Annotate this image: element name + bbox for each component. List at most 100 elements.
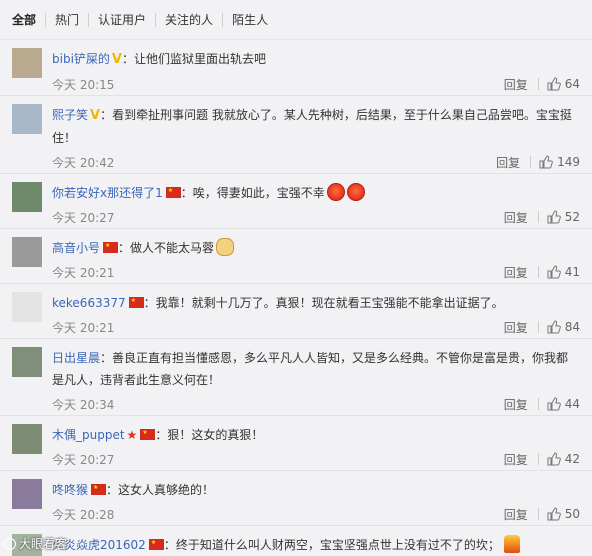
action-divider [537,321,539,333]
china-flag-icon [128,297,144,308]
comment-text: 做人不能太马蓉 [130,241,215,255]
action-divider [537,508,539,520]
like-button[interactable]: 84 [547,320,580,334]
comment-actions: 回复 84 [504,319,580,336]
tab-hot[interactable]: 热门 [45,12,88,27]
comment-time: 今天 20:27 [52,210,115,225]
comment-colon: ： [100,351,113,365]
angry-emoji-icon [326,183,345,201]
comment-text-line: 高音小号 ：做人不能太马蓉 [52,237,580,259]
comment-colon: ： [118,241,131,255]
comment-time: 今天 20:28 [52,507,115,522]
like-count: 44 [564,397,580,411]
comment-item: 咚咚猴 ：这女人真够绝的！ 今天 20:28 回复 50 [0,471,592,526]
comment-colon: ： [163,538,176,552]
china-flag-icon [165,187,181,198]
comment-item: 木偶_puppet★ ：狠！这女的真狠！ 今天 20:27 回复 42 [0,416,592,471]
avatar[interactable] [12,104,42,134]
comment-time: 今天 20:21 [52,265,115,280]
comment-filter-tabs: 全部 热门 认证用户 关注的人 陌生人 [0,0,592,40]
like-count: 64 [564,77,580,91]
comment-item: 高音小号 ：做人不能太马蓉今天 20:21 回复 41 [0,229,592,284]
tab-strangers[interactable]: 陌生人 [222,12,277,27]
comment-text: 终于知道什么叫人财两空，宝宝坚强点世上没有过不了的坎； [175,538,500,552]
like-button[interactable]: 50 [547,507,580,521]
avatar[interactable] [12,347,42,377]
comment-item: bibi铲屎的 V：让他们监狱里面出轨去吧今天 20:15 回复 64 [0,40,592,96]
reply-button[interactable]: 回复 [496,154,530,171]
comment-content: 你若安好x那还得了1 ：唉，得妻如此，宝强不幸今天 20:27 回复 52 [52,182,580,228]
avatar[interactable] [12,424,42,454]
comment-time: 今天 20:15 [52,77,115,92]
thumbs-up-icon [547,452,565,466]
comment-text: 狠！这女的真狠！ [167,428,264,442]
comment-meta: 今天 20:27 回复 52 [52,206,580,228]
like-button[interactable]: 44 [547,397,580,411]
comment-content: bibi铲屎的 V：让他们监狱里面出轨去吧今天 20:15 回复 64 [52,48,580,95]
doge-emoji-icon [216,238,235,256]
comment-item: 熙子笑 V：看到牵扯刑事问题 我就放心了。某人先种树，后结果，至于什么果自己品尝吧… [0,96,592,174]
china-flag-icon [140,429,156,440]
reply-button[interactable]: 回复 [504,451,538,468]
comment-text-line: 熙子笑 V：看到牵扯刑事问题 我就放心了。某人先种树，后结果，至于什么果自己品尝吧… [52,104,580,149]
tab-all[interactable]: 全部 [12,13,45,27]
verified-badge-icon: V [111,52,122,67]
comment-username[interactable]: 咚咚猴 [52,483,88,497]
comment-username[interactable]: 你若安好x那还得了1 [52,186,163,200]
comment-text-line: 日出星晨：善良正直有担当懂感恩，多么平凡人人皆知，又是多么经典。不管你是富是贵，… [52,347,580,391]
tab-verified[interactable]: 认证用户 [88,12,155,27]
comment-text: 我靠！就剩十几万了。真狠！现在就看王宝强能不能拿出证据了。 [155,296,504,310]
avatar[interactable] [12,292,42,322]
comment-text: 让他们监狱里面出轨去吧 [133,52,266,66]
comment-time: 今天 20:27 [52,452,115,467]
comment-text-line: 木偶_puppet★ ：狠！这女的真狠！ [52,424,580,446]
comment-username[interactable]: 高音小号 [52,241,100,255]
comment-actions: 回复 50 [504,506,580,523]
tab-following[interactable]: 关注的人 [155,12,222,27]
comment-text-line: 你若安好x那还得了1 ：唉，得妻如此，宝强不幸 [52,182,580,204]
verified-badge-icon: V [90,108,101,123]
reply-button[interactable]: 回复 [504,506,538,523]
thumbs-up-icon [547,265,565,279]
watermark-icon [4,538,16,550]
like-count: 52 [564,210,580,224]
thumbs-up-icon [539,155,557,169]
like-button[interactable]: 149 [539,155,580,169]
china-flag-icon [91,484,107,495]
comment-item: 日出星晨：善良正直有担当懂感恩，多么平凡人人皆知，又是多么经典。不管你是富是贵，… [0,339,592,416]
comment-username[interactable]: 木偶_puppet [52,428,125,442]
comment-content: 木偶_puppet★ ：狠！这女的真狠！ 今天 20:27 回复 42 [52,424,580,470]
like-button[interactable]: 41 [547,265,580,279]
reply-button[interactable]: 回复 [504,264,538,281]
like-button[interactable]: 42 [547,452,580,466]
like-button[interactable]: 52 [547,210,580,224]
comment-username[interactable]: keke663377 [52,296,126,310]
action-divider [537,78,539,90]
comment-actions: 回复 41 [504,264,580,281]
like-button[interactable]: 64 [547,77,580,91]
comment-colon: ： [121,52,134,66]
avatar[interactable] [12,237,42,267]
reply-button[interactable]: 回复 [504,76,538,93]
angry-emoji-icon [346,183,365,201]
like-count: 149 [557,155,580,169]
comment-username[interactable]: 日出星晨 [52,351,100,365]
comment-username[interactable]: 熙子笑 [52,108,88,122]
comment-time: 今天 20:34 [52,397,115,412]
comment-content: 咚咚猴 ：这女人真够绝的！ 今天 20:28 回复 50 [52,479,580,525]
avatar[interactable] [12,479,42,509]
comment-username[interactable]: bibi铲屎的 [52,52,110,66]
comment-content: keke663377 ：我靠！就剩十几万了。真狠！现在就看王宝强能不能拿出证据了。… [52,292,580,338]
reply-button[interactable]: 回复 [504,209,538,226]
reply-button[interactable]: 回复 [504,319,538,336]
comment-content: 熙子笑 V：看到牵扯刑事问题 我就放心了。某人先种树，后结果，至于什么果自己品尝吧… [52,104,580,173]
comment-list: bibi铲屎的 V：让他们监狱里面出轨去吧 今天 20:15 回复 64 熙子笑 V：看到牵… [0,40,592,556]
thumbs-up-icon [547,210,565,224]
comment-text-line: 咚咚猴 ：这女人真够绝的！ [52,479,580,501]
avatar[interactable] [12,182,42,212]
avatar[interactable] [12,48,42,78]
reply-button[interactable]: 回复 [504,396,538,413]
comment-meta: 今天 20:34 回复 44 [52,393,580,415]
like-count: 84 [564,320,580,334]
comment-text: 善良正直有担当懂感恩，多么平凡人人皆知，又是多么经典。不管你是富是贵，你我都是凡… [52,351,569,387]
